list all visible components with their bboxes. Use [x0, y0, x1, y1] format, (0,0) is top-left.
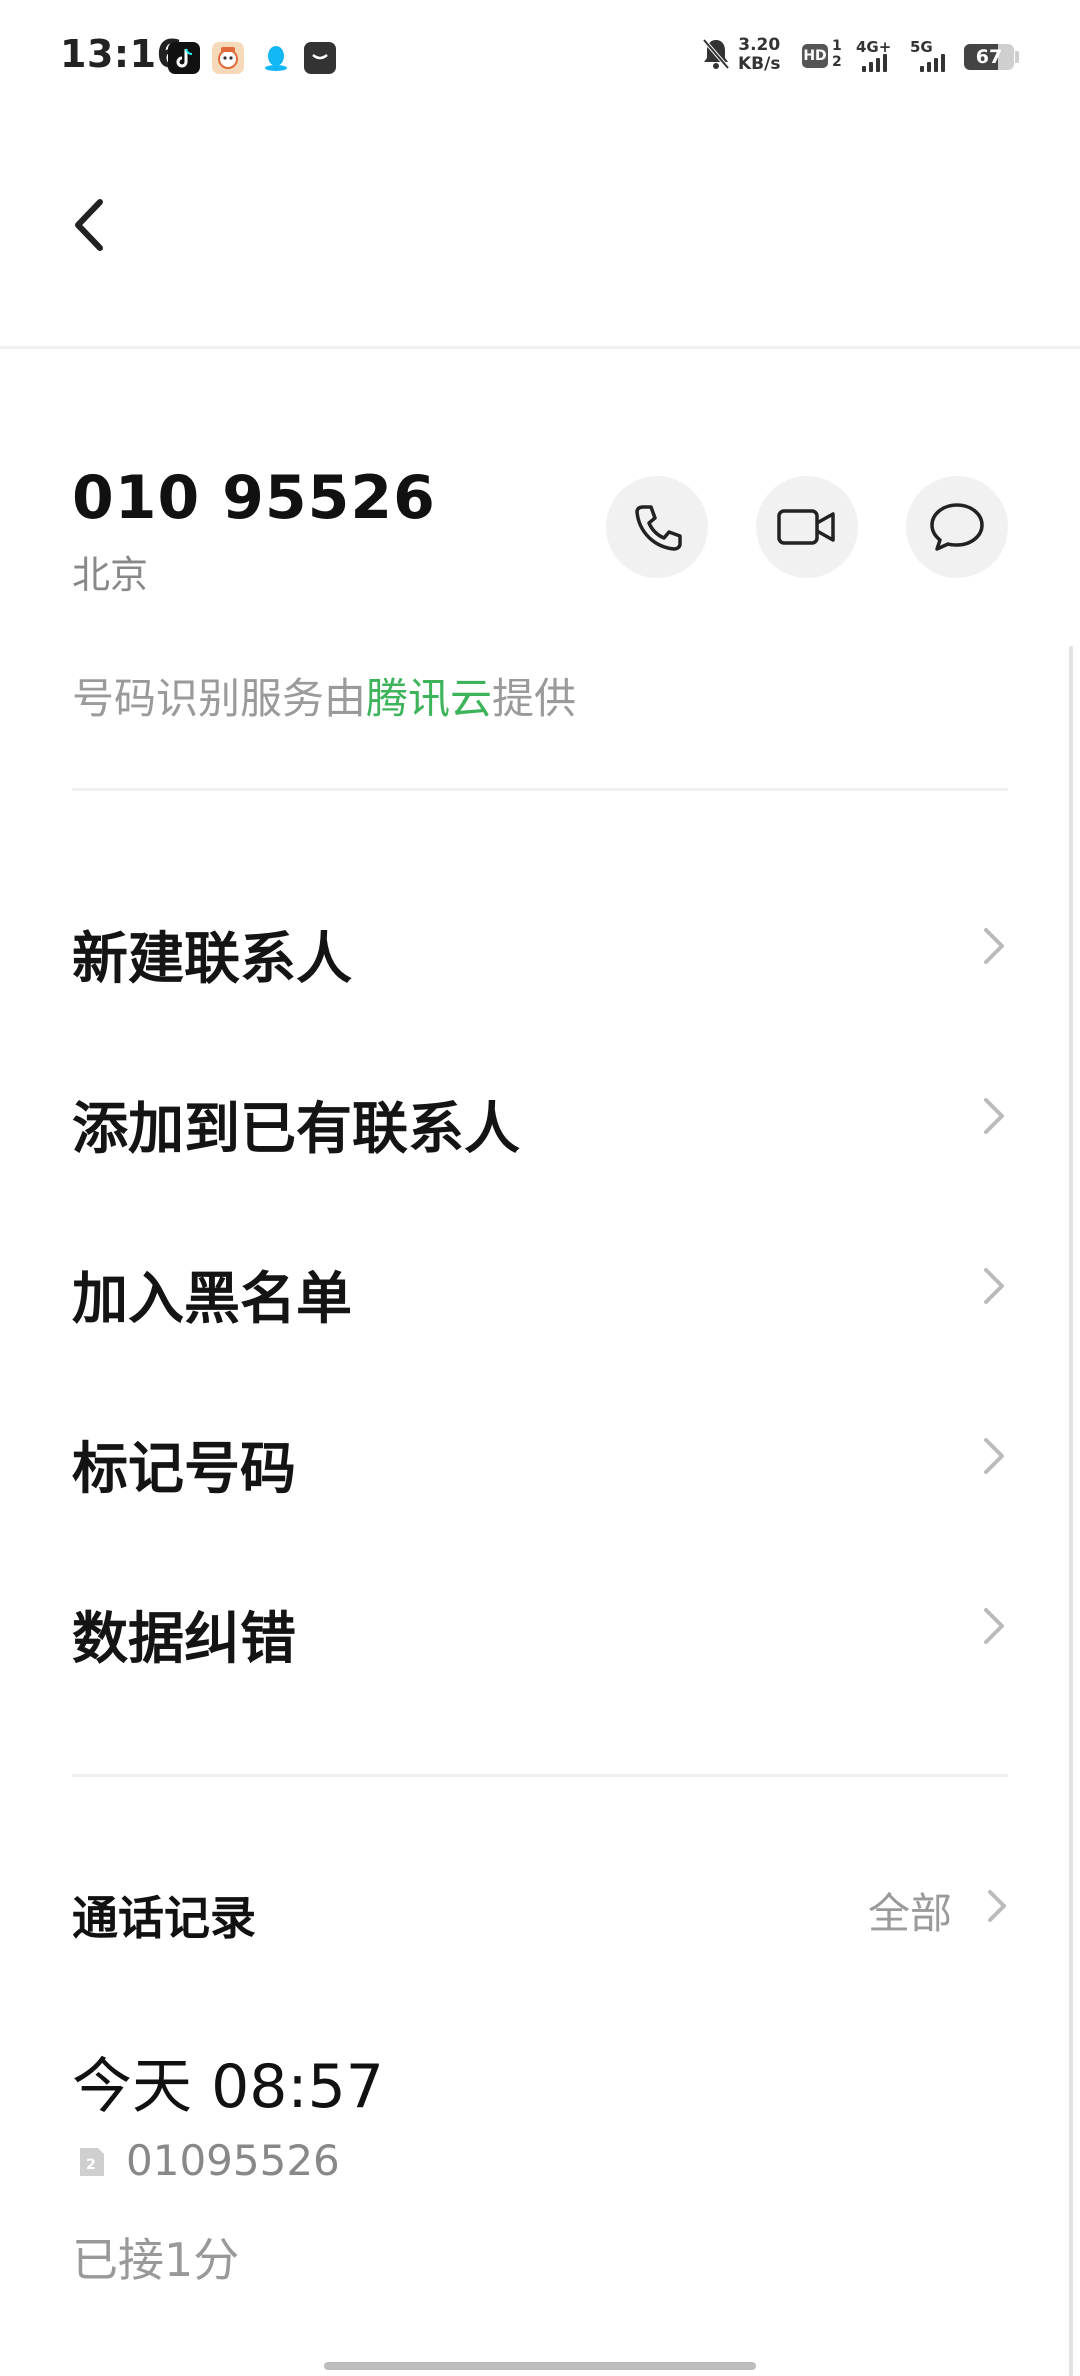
provider-prefix: 号码识别服务由 [72, 674, 367, 723]
provider-brand: 腾讯云 [366, 674, 493, 723]
menu-item-label: 标记号码 [72, 1437, 296, 1502]
caller-number: 010 95526 [72, 463, 436, 533]
network-speed-value: 3.20 [738, 35, 781, 55]
provider-suffix: 提供 [492, 674, 577, 723]
app-mascot-icon [212, 42, 244, 74]
menu-item-label: 加入黑名单 [72, 1267, 352, 1332]
chevron-right-icon [984, 1098, 1004, 1134]
chat-bubble-icon [930, 503, 984, 551]
call-log-entry-time: 今天 08:57 [72, 2052, 384, 2122]
menu-item-mark-number[interactable]: 标记号码 [72, 1394, 1008, 1514]
menu-item-add-to-existing[interactable]: 添加到已有联系人 [72, 1054, 1008, 1174]
network-speed-unit: KB/s [738, 54, 781, 74]
scrollbar[interactable] [1069, 646, 1073, 2376]
status-time: 13:16 [60, 32, 184, 76]
battery-percent: 67 [975, 46, 1003, 68]
section-divider [72, 1774, 1008, 1777]
video-call-button[interactable] [756, 476, 858, 578]
chevron-right-icon [984, 1268, 1004, 1304]
status-bar: 13:16 3.20 KB/s HD 1 2 4G+ 5G 67 [0, 0, 1080, 118]
menu-item-data-correction[interactable]: 数据纠错 [72, 1564, 1008, 1684]
menu-item-new-contact[interactable]: 新建联系人 [72, 884, 1008, 1004]
chevron-right-icon [984, 1608, 1004, 1644]
menu-item-label: 新建联系人 [72, 927, 352, 992]
hd-badge: HD [802, 44, 828, 68]
phone-icon [635, 505, 682, 551]
menu-item-label: 数据纠错 [72, 1607, 296, 1672]
qq-penguin-icon [260, 42, 292, 74]
chevron-right-icon [984, 1438, 1004, 1474]
call-button[interactable] [606, 476, 708, 578]
menu-item-label: 添加到已有联系人 [72, 1097, 520, 1162]
menu-item-blacklist[interactable]: 加入黑名单 [72, 1224, 1008, 1344]
battery-icon: 67 [964, 44, 1014, 70]
header-divider [0, 346, 1080, 349]
network-speed: 3.20 KB/s [738, 36, 780, 74]
call-log-title: 通话记录 [72, 1891, 256, 1945]
message-bag-icon [304, 42, 336, 74]
caller-location: 北京 [72, 553, 149, 597]
battery-tip [1015, 51, 1019, 63]
home-indicator[interactable] [324, 2362, 756, 2370]
chevron-right-icon [984, 928, 1004, 964]
video-camera-icon [777, 509, 835, 545]
call-log-entry-status: 已接1分 [72, 2233, 240, 2287]
sim1-signal-icon [862, 52, 887, 72]
call-log-all-link[interactable]: 全部 [868, 1880, 952, 1941]
tiktok-icon [168, 42, 200, 74]
back-button[interactable] [62, 190, 122, 260]
chevron-right-icon[interactable] [984, 1886, 1010, 1926]
section-divider [72, 788, 1008, 791]
bell-muted-icon [700, 34, 732, 78]
message-button[interactable] [906, 476, 1008, 578]
call-log-entry-number: 01095526 [126, 2136, 340, 2185]
sim-card-icon: 2 [78, 2146, 106, 2178]
sim-slot-numbers: 1 2 [832, 38, 842, 70]
number-recognition-provider: 号码识别服务由腾讯云提供 [72, 665, 576, 726]
sim2-signal-icon [920, 52, 945, 72]
sim-badge: 2 [86, 2157, 96, 2173]
chevron-left-icon [75, 199, 103, 251]
